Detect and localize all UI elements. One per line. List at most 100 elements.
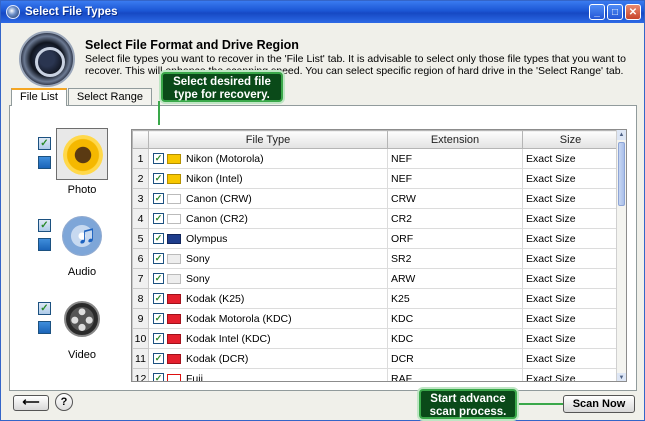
- extension-cell: DCR: [387, 348, 523, 369]
- footer-bar: [1, 391, 644, 420]
- file-type-name: Kodak Motorola (KDC): [186, 312, 292, 325]
- size-cell: Exact Size: [522, 248, 619, 269]
- file-type-name: Sony: [186, 252, 210, 265]
- help-button[interactable]: ?: [55, 393, 73, 411]
- photo-select-all-checkbox[interactable]: ✓: [38, 137, 51, 150]
- film-reel-icon: [64, 301, 100, 337]
- column-header-size[interactable]: Size: [522, 130, 619, 149]
- tab-strip: File List Select Range: [11, 88, 153, 106]
- table-row[interactable]: 3 ✓ Canon (CRW) CRW Exact Size: [132, 188, 619, 209]
- close-button[interactable]: ✕: [625, 4, 641, 20]
- extension-cell: KDC: [387, 328, 523, 349]
- category-photo: ✓ Photo: [10, 128, 130, 218]
- sony-brand-icon: [167, 273, 181, 284]
- file-type-name: Kodak (DCR): [186, 352, 249, 365]
- table-row[interactable]: 10 ✓ Kodak Intel (KDC) KDC Exact Size: [132, 328, 619, 349]
- size-cell: Exact Size: [522, 308, 619, 329]
- extension-cell: SR2: [387, 248, 523, 269]
- select-file-types-window: Select File Types _ □ ✕ Select File Form…: [0, 0, 645, 421]
- minimize-button[interactable]: _: [589, 4, 605, 20]
- audio-select-all-checkbox[interactable]: ✓: [38, 219, 51, 232]
- extension-cell: ORF: [387, 228, 523, 249]
- maximize-button[interactable]: □: [607, 4, 623, 20]
- extension-cell: K25: [387, 288, 523, 309]
- scroll-down-arrow-icon[interactable]: ▼: [617, 373, 626, 381]
- scan-now-button[interactable]: Scan Now: [563, 395, 635, 413]
- file-type-checkbox[interactable]: ✓: [153, 333, 164, 345]
- file-type-checkbox[interactable]: ✓: [153, 173, 164, 185]
- file-type-checkbox[interactable]: ✓: [153, 233, 164, 245]
- callout-pointer-line-scan: [519, 403, 563, 405]
- fuji-brand-icon: [167, 373, 181, 381]
- file-type-name: Nikon (Intel): [186, 172, 243, 185]
- file-type-checkbox[interactable]: ✓: [153, 253, 164, 265]
- table-row[interactable]: 6 ✓ Sony SR2 Exact Size: [132, 248, 619, 269]
- canon-brand-icon: [167, 213, 181, 224]
- table-row[interactable]: 8 ✓ Kodak (K25) K25 Exact Size: [132, 288, 619, 309]
- file-type-cell: ✓ Sony: [148, 248, 388, 269]
- tab-select-range[interactable]: Select Range: [67, 88, 152, 106]
- file-type-cell: ✓ Sony: [148, 268, 388, 289]
- size-cell: Exact Size: [522, 368, 619, 381]
- file-type-checkbox[interactable]: ✓: [153, 153, 164, 165]
- audio-partial-checkbox[interactable]: [38, 238, 51, 251]
- callout-select-file-type: Select desired file type for recovery.: [161, 72, 283, 102]
- table-row[interactable]: 12 ✓ Fuji RAF Exact Size: [132, 368, 619, 381]
- extension-cell: KDC: [387, 308, 523, 329]
- column-header-extension[interactable]: Extension: [387, 130, 523, 149]
- file-type-name: Kodak (K25): [186, 292, 245, 305]
- table-row[interactable]: 11 ✓ Kodak (DCR) DCR Exact Size: [132, 348, 619, 369]
- column-header-file-type[interactable]: File Type: [148, 130, 388, 149]
- file-type-checkbox[interactable]: ✓: [153, 373, 164, 381]
- dialog-content: Select File Format and Drive Region Sele…: [1, 23, 644, 420]
- row-number: 1: [132, 148, 149, 169]
- table-row[interactable]: 9 ✓ Kodak Motorola (KDC) KDC Exact Size: [132, 308, 619, 329]
- video-select-all-checkbox[interactable]: ✓: [38, 302, 51, 315]
- size-cell: Exact Size: [522, 288, 619, 309]
- category-label-audio: Audio: [67, 266, 97, 278]
- table-row[interactable]: 7 ✓ Sony ARW Exact Size: [132, 268, 619, 289]
- file-type-checkbox[interactable]: ✓: [153, 213, 164, 225]
- row-number: 11: [132, 348, 149, 369]
- photo-partial-checkbox[interactable]: [38, 156, 51, 169]
- recovery-disc-logo-icon: [19, 31, 75, 87]
- scrollbar-thumb[interactable]: [618, 142, 625, 206]
- extension-cell: NEF: [387, 168, 523, 189]
- back-button[interactable]: ⟵: [13, 395, 49, 411]
- file-type-table: File Type Extension Size 1 ✓ Nikon (Motoro…: [132, 130, 619, 381]
- scroll-up-arrow-icon[interactable]: ▲: [617, 130, 626, 140]
- file-type-checkbox[interactable]: ✓: [153, 273, 164, 285]
- file-type-checkbox[interactable]: ✓: [153, 193, 164, 205]
- olympus-brand-icon: [167, 233, 181, 244]
- table-row[interactable]: 5 ✓ Olympus ORF Exact Size: [132, 228, 619, 249]
- video-partial-checkbox[interactable]: [38, 321, 51, 334]
- nikon-brand-icon: [167, 153, 181, 164]
- table-row[interactable]: 2 ✓ Nikon (Intel) NEF Exact Size: [132, 168, 619, 189]
- table-row[interactable]: 4 ✓ Canon (CR2) CR2 Exact Size: [132, 208, 619, 229]
- tab-file-list[interactable]: File List: [11, 88, 67, 106]
- row-number: 2: [132, 168, 149, 189]
- file-type-checkbox[interactable]: ✓: [153, 293, 164, 305]
- file-type-grid: File Type Extension Size 1 ✓ Nikon (Motoro…: [131, 129, 627, 382]
- grid-vertical-scrollbar[interactable]: ▲ ▼: [616, 130, 626, 381]
- video-category-button[interactable]: [56, 293, 108, 345]
- file-type-cell: ✓ Kodak Intel (KDC): [148, 328, 388, 349]
- kodak-brand-icon: [167, 353, 181, 364]
- table-row[interactable]: 1 ✓ Nikon (Motorola) NEF Exact Size: [132, 148, 619, 169]
- file-type-checkbox[interactable]: ✓: [153, 313, 164, 325]
- kodak-brand-icon: [167, 333, 181, 344]
- size-cell: Exact Size: [522, 348, 619, 369]
- extension-cell: CRW: [387, 188, 523, 209]
- kodak-brand-icon: [167, 293, 181, 304]
- size-cell: Exact Size: [522, 168, 619, 189]
- photo-category-button[interactable]: [56, 128, 108, 180]
- audio-category-button[interactable]: [56, 210, 108, 262]
- file-type-checkbox[interactable]: ✓: [153, 353, 164, 365]
- category-video: ✓ Video: [10, 293, 130, 383]
- size-cell: Exact Size: [522, 208, 619, 229]
- title-bar[interactable]: Select File Types _ □ ✕: [1, 1, 644, 23]
- file-type-cell: ✓ Kodak (DCR): [148, 348, 388, 369]
- row-number: 4: [132, 208, 149, 229]
- file-type-name: Sony: [186, 272, 210, 285]
- row-number: 5: [132, 228, 149, 249]
